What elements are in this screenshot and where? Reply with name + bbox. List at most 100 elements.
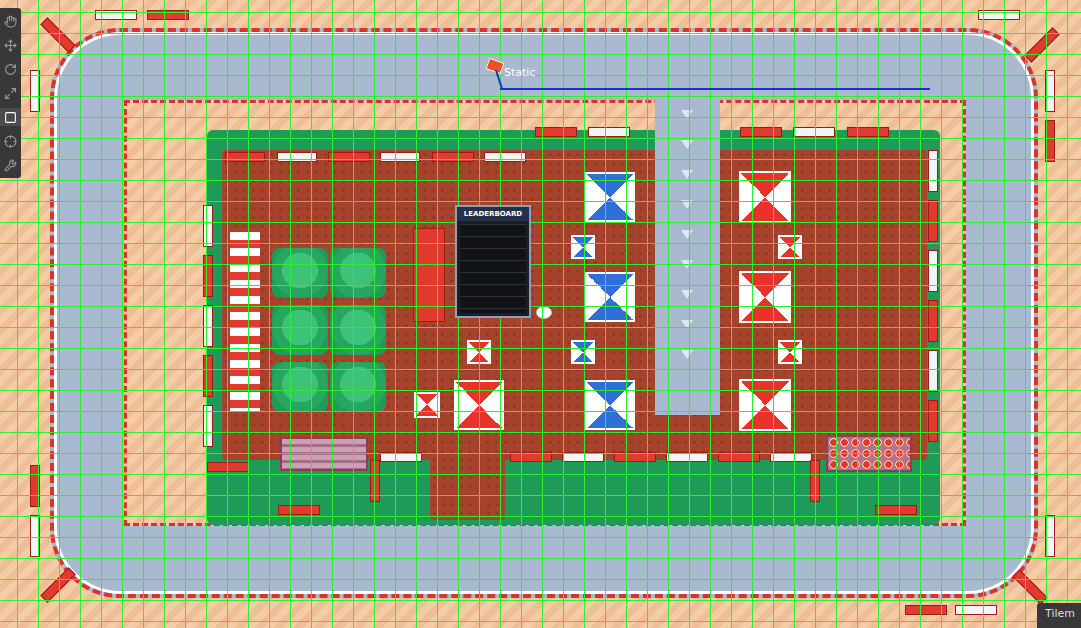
tool-button[interactable] — [0, 132, 21, 150]
barrier — [847, 127, 889, 137]
barrier — [30, 515, 40, 557]
tent — [454, 380, 504, 430]
tool-button[interactable] — [0, 12, 21, 30]
crosswalk — [230, 232, 260, 412]
path-line — [500, 88, 930, 90]
barrier — [203, 255, 213, 297]
player-sprite[interactable] — [536, 306, 552, 319]
barrier — [740, 127, 782, 137]
gizmo-label: Static — [504, 66, 535, 79]
tool-icon — [4, 63, 17, 76]
tent — [467, 340, 491, 364]
barrier — [370, 460, 380, 502]
barrier — [510, 452, 552, 462]
barrier — [203, 355, 213, 397]
tool-button[interactable] — [0, 36, 21, 54]
tool-icon — [4, 15, 17, 28]
barrier — [928, 350, 938, 392]
tent — [571, 340, 595, 364]
tent — [778, 235, 802, 259]
road-arrow — [681, 290, 693, 299]
barrier — [95, 10, 137, 20]
barrier — [380, 452, 422, 462]
barrier — [1045, 120, 1055, 162]
barrier — [328, 152, 370, 162]
barrier — [1045, 70, 1055, 112]
road-arrow — [681, 170, 693, 179]
barrier — [380, 152, 420, 162]
panel-tab[interactable]: Tilem — [1037, 603, 1081, 628]
leaderboard-title: LEADERBOARD — [457, 207, 529, 221]
barrier — [225, 152, 265, 162]
grandstand — [280, 437, 368, 471]
barrier — [30, 465, 40, 507]
tool-icon — [4, 87, 17, 100]
leaderboard: LEADERBOARD — [455, 205, 531, 318]
tent — [585, 380, 635, 430]
dirt-path — [430, 455, 505, 520]
bush — [272, 305, 328, 355]
tent — [414, 392, 440, 418]
barrier — [588, 127, 630, 137]
tent — [585, 272, 635, 322]
barrier — [203, 205, 213, 247]
barrier — [793, 127, 835, 137]
barrier — [810, 460, 820, 502]
barrier — [928, 200, 938, 242]
dirt-ground — [222, 150, 927, 460]
tool-icon — [4, 111, 17, 124]
barrier — [978, 10, 1020, 20]
barrier — [1045, 515, 1055, 557]
barrier — [207, 462, 249, 472]
barrier — [147, 10, 189, 20]
leaderboard-rows — [460, 224, 526, 313]
red-platform — [413, 228, 445, 322]
tool-icon — [4, 159, 17, 172]
bush — [272, 362, 328, 412]
road-arrow — [681, 320, 693, 329]
barrier — [666, 452, 708, 462]
road-arrow — [681, 260, 693, 269]
barrier — [928, 400, 938, 442]
tent — [571, 235, 595, 259]
barrier — [1024, 27, 1059, 62]
road-arrow — [681, 350, 693, 359]
barrier — [562, 452, 604, 462]
barrier — [535, 127, 577, 137]
crowd-stand — [826, 435, 912, 472]
barrier — [718, 452, 760, 462]
tool-icon — [4, 39, 17, 52]
barrier — [614, 452, 656, 462]
tool-button[interactable] — [0, 156, 21, 174]
bush — [330, 248, 386, 298]
bush — [330, 305, 386, 355]
barrier — [30, 70, 40, 112]
scene-view[interactable]: LEADERBOARD Static Tilem — [0, 0, 1081, 628]
road-arrow — [681, 200, 693, 209]
tool-icon — [4, 135, 17, 148]
tool-button[interactable] — [0, 108, 21, 126]
barrier — [277, 152, 317, 162]
tent — [585, 172, 635, 222]
tool-button[interactable] — [0, 60, 21, 78]
barrier — [40, 567, 75, 602]
barrier — [432, 152, 474, 162]
barrier — [928, 300, 938, 342]
tent — [739, 271, 791, 323]
barrier — [203, 305, 213, 347]
tool-button[interactable] — [0, 84, 21, 102]
road-arrow — [681, 140, 693, 149]
barrier — [40, 17, 75, 52]
barrier — [928, 250, 938, 292]
road-arrow — [681, 110, 693, 119]
barrier — [278, 505, 320, 515]
tent — [739, 379, 791, 431]
barrier — [928, 150, 938, 192]
bush — [272, 248, 328, 298]
barrier — [484, 152, 526, 162]
tent — [778, 340, 802, 364]
tile-grid — [0, 0, 1081, 628]
barrier — [955, 605, 997, 615]
barrier — [875, 505, 917, 515]
road-arrow — [681, 230, 693, 239]
